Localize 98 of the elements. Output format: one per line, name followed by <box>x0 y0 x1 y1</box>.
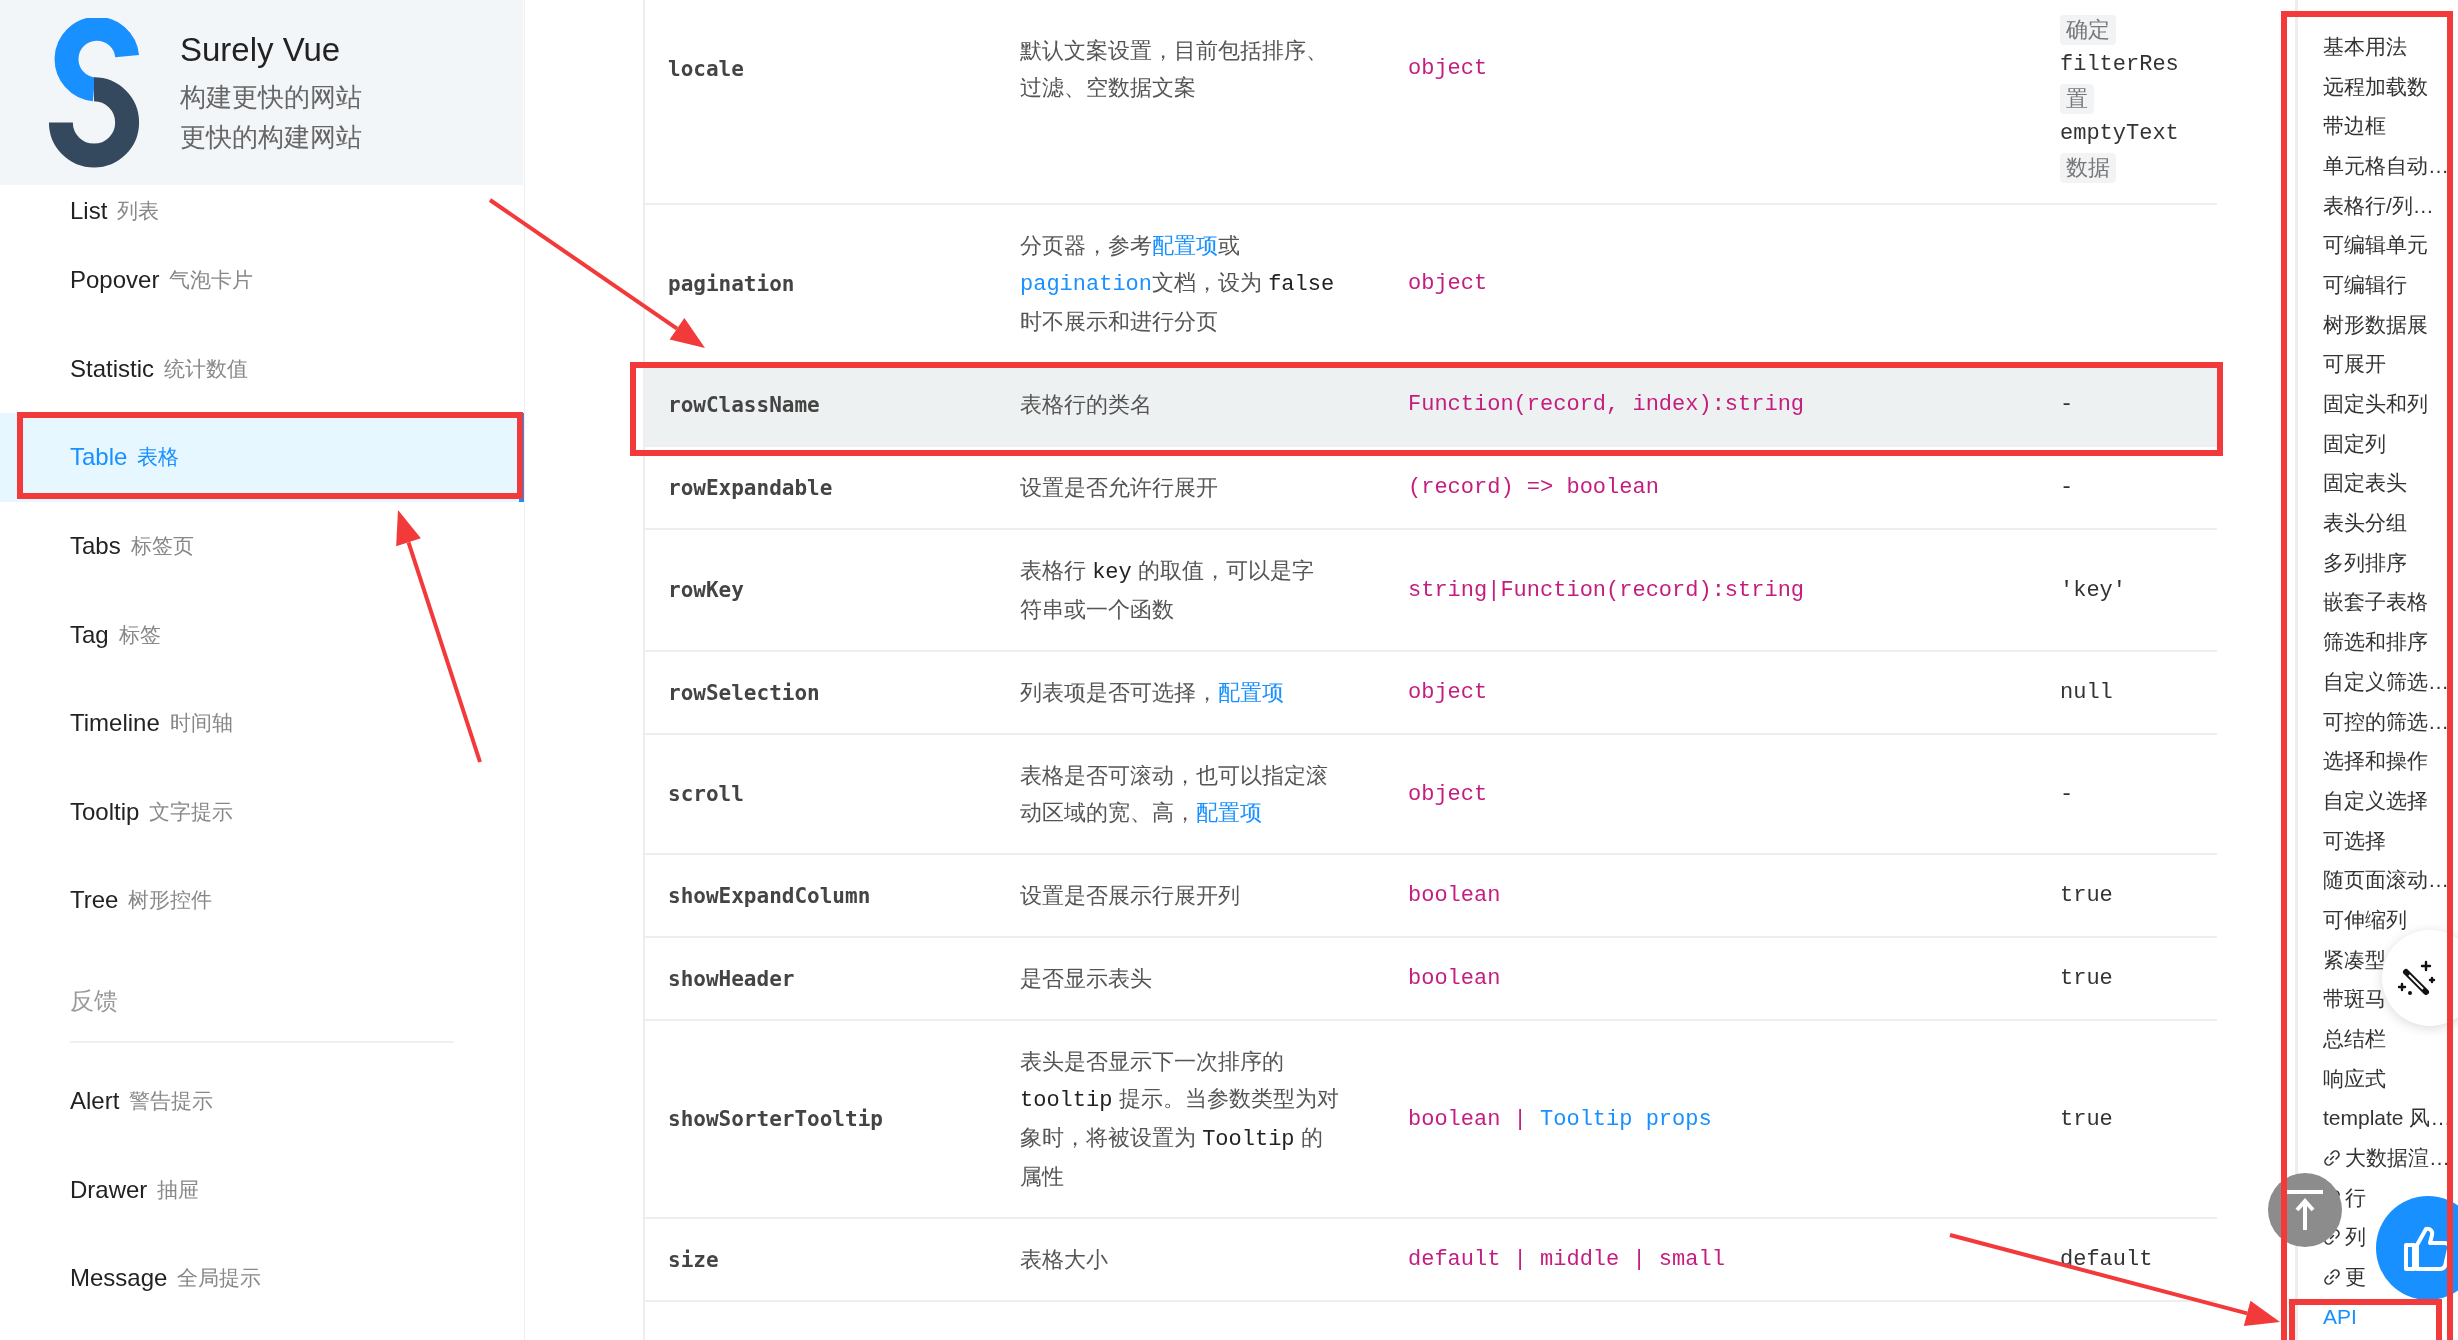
table-cell: - <box>2060 475 2074 500</box>
nav-item[interactable]: Timeline 时间轴 <box>0 678 524 768</box>
toc-link[interactable]: 固定表头 <box>2323 469 2407 498</box>
table-cell-text: showExpandColumn <box>667 883 871 908</box>
table-cell: null <box>2060 680 2113 705</box>
toc-link[interactable]: 带边框 <box>2323 112 2386 141</box>
site-title: Surely Vue <box>180 30 342 69</box>
table-cell-text: locale <box>667 56 744 81</box>
toc-link[interactable]: 带斑马 <box>2323 985 2386 1014</box>
table-cell-text: 设置是否允许行展开 <box>1020 474 1218 502</box>
table-cell: filterRes <box>2060 52 2179 77</box>
toc-link[interactable]: 可编辑行 <box>2323 270 2407 299</box>
toc-link[interactable]: 自定义选择 <box>2323 786 2428 815</box>
table-cell: true <box>2060 966 2113 991</box>
table-cell-text: 列表项是否可选择，配置项 <box>1020 679 1284 707</box>
nav-item[interactable]: Message 全局提示 <box>0 1233 524 1323</box>
toc-link[interactable]: 响应式 <box>2323 1064 2386 1093</box>
table-cell: object <box>1408 781 1488 807</box>
toc-link[interactable]: 筛选和排序 <box>2323 628 2428 657</box>
nav-item[interactable]: Tag 标签 <box>0 590 524 679</box>
magic-wand-button[interactable] <box>2382 930 2458 1026</box>
table-cell: 'key' <box>2060 577 2126 603</box>
table-cell: boolean <box>1408 883 1501 908</box>
toc-link[interactable]: 总结栏 <box>2323 1025 2386 1054</box>
table-cell: (record) => boolean <box>1408 475 1659 500</box>
table-cell-text: 表格是否可滚动，也可以指定滚 动区域的宽、高，配置项 <box>1020 762 1328 827</box>
table-cell: true <box>2060 1106 2113 1132</box>
link-icon <box>2323 1268 2341 1287</box>
toc-link[interactable]: 固定头和列 <box>2323 390 2428 419</box>
table-cell: Function(record, index):string <box>1408 392 1805 417</box>
toc-link[interactable]: 可编辑单元 <box>2323 231 2428 260</box>
nav-item[interactable]: Statistic 统计数值 <box>0 324 524 414</box>
table-cell-text: 设置是否展示行展开列 <box>1020 882 1240 910</box>
toc-link[interactable]: 嵌套子表格 <box>2323 588 2428 617</box>
table-cell-text: pagination <box>667 271 795 296</box>
table-cell: string|Function(record):string <box>1408 577 1805 603</box>
table-cell-text: 表头是否显示下一次排序的 tooltip 提示。当参数类型为对 象时，将被设置为 Tooltip 的 属性 <box>1020 1048 1339 1191</box>
table-cell: boolean <box>1408 966 1501 991</box>
toc-link[interactable]: 自定义筛选… <box>2323 667 2449 696</box>
table-cell: true <box>2060 883 2113 908</box>
table-cell: boolean | Tooltip props <box>1408 1106 1712 1132</box>
table-cell-text: 表格大小 <box>1020 1246 1108 1274</box>
table-cell-text: showSorterTooltip <box>667 1107 883 1131</box>
table-cell: emptyText <box>2060 121 2179 146</box>
toc-link[interactable]: 可伸缩列 <box>2323 905 2407 934</box>
toc-link[interactable]: 基本用法 <box>2323 32 2407 61</box>
text-chip: 置 <box>2060 84 2094 114</box>
nav-item[interactable]: Tooltip 文字提示 <box>0 767 524 857</box>
table-cell: default <box>2060 1247 2153 1272</box>
nav-item[interactable]: Popover 气泡卡片 <box>0 236 524 325</box>
toc-link[interactable]: 表格行/列… <box>2323 191 2434 220</box>
toc-link[interactable]: 固定列 <box>2323 429 2386 458</box>
table-cell: - <box>2060 781 2074 807</box>
table-cell: object <box>1408 271 1488 296</box>
table-cell-text: size <box>667 1247 719 1272</box>
table-cell-text: rowExpandable <box>667 475 833 500</box>
nav-group-title: 反馈 <box>70 985 119 1016</box>
table-cell-text: rowKey <box>667 578 744 602</box>
nav-item[interactable]: Tabs 标签页 <box>0 501 524 591</box>
table-cell: - <box>2060 392 2074 417</box>
toc-link[interactable]: 单元格自动… <box>2323 151 2449 180</box>
site-tagline: 更快的构建网站 <box>180 120 362 154</box>
nav-item[interactable]: Alert 警告提示 <box>0 1056 524 1146</box>
nav-item[interactable]: Tree 树形控件 <box>0 856 524 945</box>
table-cell-text: 默认文案设置，目前包括排序、 过滤、空数据文案 <box>1020 36 1328 102</box>
table-cell-text: 表格行的类名 <box>1020 391 1152 419</box>
table-cell-text: scroll <box>667 782 744 806</box>
toc-link[interactable]: 远程加载数 <box>2323 72 2428 101</box>
table-cell-text: 是否显示表头 <box>1020 965 1152 993</box>
toc-link[interactable]: 表头分组 <box>2323 509 2407 538</box>
toc-link[interactable]: 树形数据展 <box>2323 310 2428 339</box>
table-cell-text: showHeader <box>667 966 795 991</box>
table-cell: object <box>1408 56 1488 81</box>
toc-link[interactable]: 列 <box>2345 1223 2366 1252</box>
table-cell: object <box>1408 680 1488 705</box>
toc-link[interactable]: 随页面滚动… <box>2323 866 2449 895</box>
toc-link[interactable]: 更 <box>2345 1263 2366 1292</box>
arrow-up-icon <box>2285 1188 2325 1232</box>
site-tagline: 构建更快的网站 <box>180 80 362 114</box>
toc-link[interactable]: 多列排序 <box>2323 548 2407 577</box>
toc-link[interactable]: 可选择 <box>2323 826 2386 855</box>
toc-link[interactable]: 选择和操作 <box>2323 747 2428 776</box>
nav-item[interactable]: List 列表 <box>0 185 524 236</box>
toc-link[interactable]: 紧凑型 <box>2323 945 2386 974</box>
table-cell: default | middle | small <box>1408 1247 1725 1272</box>
table-cell-text: 表格行 key 的取值，可以是字 符串或一个函数 <box>1020 557 1314 624</box>
toc-link[interactable]: 可控的筛选… <box>2323 707 2449 736</box>
link-icon <box>2323 1149 2341 1168</box>
logo-icon <box>48 17 140 168</box>
table-cell-text: rowSelection <box>667 680 820 705</box>
toc-link[interactable]: 可展开 <box>2323 350 2386 379</box>
nav-item[interactable]: Drawer 抽屉 <box>0 1145 524 1234</box>
table-cell-text: 分页器，参考配置项或 pagination文档，设为 false 时不展示和进行分页 <box>1020 232 1335 336</box>
toc-link[interactable]: 大数据渲… <box>2345 1144 2450 1173</box>
text-chip: 数据 <box>2060 153 2116 183</box>
table-cell-text: rowClassName <box>667 392 820 417</box>
text-chip: 确定 <box>2060 15 2116 45</box>
toc-link[interactable]: 行 <box>2345 1183 2366 1212</box>
